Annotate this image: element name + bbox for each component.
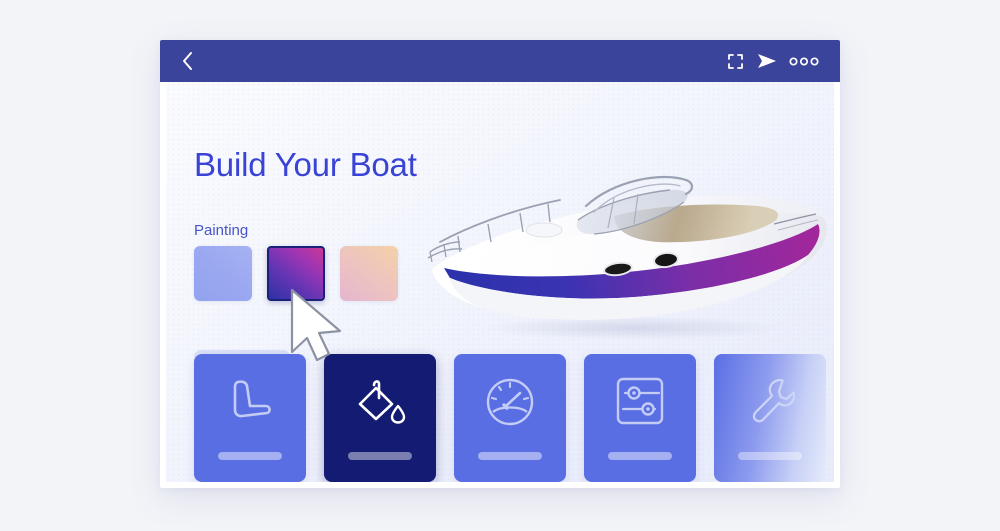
sliders-icon-wrap: [584, 376, 696, 426]
paint-bucket-icon: [358, 380, 406, 424]
seat-icon-wrap: [194, 376, 306, 426]
color-swatch-periwinkle-blue[interactable]: [194, 246, 252, 301]
category-tile-gauge[interactable]: [454, 354, 566, 482]
fullscreen-icon: [727, 53, 743, 69]
wrench-icon: [752, 379, 795, 423]
boat-render: [418, 158, 834, 343]
tile-label-bar: [478, 452, 542, 460]
back-button[interactable]: [174, 46, 200, 76]
color-swatch-pink-peach[interactable]: [340, 246, 398, 301]
color-swatch-row: [194, 246, 398, 301]
category-tile-seat[interactable]: [194, 354, 306, 482]
fullscreen-button[interactable]: [720, 46, 750, 76]
speedboat-icon: [427, 175, 827, 340]
page-title: Build Your Boat: [194, 146, 417, 183]
category-tile-row: [194, 354, 826, 482]
category-tile-controls[interactable]: [584, 354, 696, 482]
section-label: Painting: [194, 222, 249, 239]
title-bar: [160, 40, 840, 82]
tile-label-bar: [738, 452, 802, 460]
seat-icon: [233, 380, 271, 418]
tile-label-bar: [218, 452, 282, 460]
wrench-icon-wrap: [714, 376, 826, 426]
send-button[interactable]: [750, 46, 784, 76]
more-options-icon: [789, 56, 819, 66]
send-icon: [758, 54, 776, 68]
color-swatch-blue-magenta[interactable]: [267, 246, 325, 301]
gauge-icon: [486, 378, 534, 426]
app-card: Build Your Boat Painting: [160, 40, 840, 488]
tile-label-bar: [348, 452, 412, 460]
category-tile-painting[interactable]: [324, 354, 436, 482]
chevron-left-icon: [182, 52, 192, 70]
more-options-button[interactable]: [784, 46, 824, 76]
gauge-icon-wrap: [454, 376, 566, 428]
paint-bucket-icon-wrap: [324, 376, 436, 428]
content-panel: Build Your Boat Painting: [166, 82, 834, 482]
sliders-icon: [616, 377, 664, 425]
tile-label-bar: [608, 452, 672, 460]
category-tile-tools[interactable]: [714, 354, 826, 482]
